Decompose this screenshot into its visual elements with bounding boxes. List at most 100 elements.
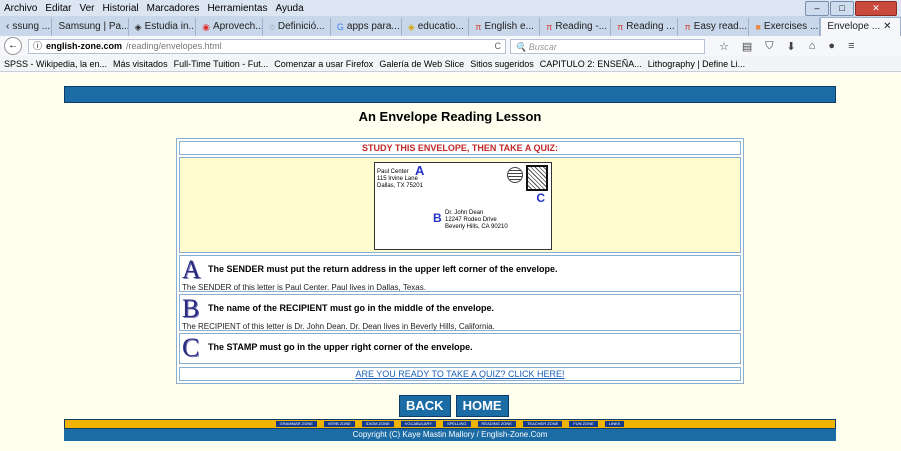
study-heading: STUDY THIS ENVELOPE, THEN TAKE A QUIZ: [179,141,741,155]
google-icon: G [336,22,344,32]
search-placeholder: Buscar [528,41,557,52]
zone-link[interactable]: IDIOM ZONE [361,421,394,427]
return-line: Dallas, TX 75201 [377,183,423,189]
tab-label: ssung ... [12,21,51,32]
lesson-row-b: B The name of the RECIPIENT must go in t… [179,294,741,331]
initial-letter: A [182,255,201,284]
copyright: Copyright (C) Kaye Mastin Mallory / Engl… [64,429,836,441]
bookmark-item[interactable]: Sitios sugeridos [470,59,534,69]
tab-label: apps para... [346,21,400,32]
tab-label: educatio... [417,21,464,32]
search-input[interactable]: 🔍 Buscar [510,38,705,54]
browser-back-icon[interactable]: ← [4,37,22,55]
tab-item[interactable]: ◉ Aprovech... [196,18,264,36]
zone-link[interactable]: READING ZONE [477,421,516,427]
postmark-icon [507,167,523,183]
chat-icon[interactable]: ● [828,40,835,53]
menu-icon[interactable]: ≡ [848,40,854,53]
page-content: An Envelope Reading Lesson STUDY THIS EN… [0,73,901,451]
menu-ayuda[interactable]: Ayuda [271,3,307,14]
bookmark-item[interactable]: Más visitados [113,59,168,69]
minimize-button[interactable]: – [805,1,829,16]
tab-bar: ‹ ssung ... Samsung | Pa... ◈ Estudia in..… [0,16,901,36]
site-icon: ◉ [202,22,210,32]
tab-item[interactable]: Gapps para... [331,18,402,36]
menu-archivo[interactable]: Archivo [0,3,41,14]
label-b: B [433,211,442,225]
zone-link[interactable]: TEACHER ZONE [522,421,563,427]
recipient-line: Beverly Hills, CA 90210 [445,224,508,230]
maximize-button[interactable]: □ [830,1,854,16]
row-heading: The SENDER must put the return address i… [208,264,558,274]
tab-item[interactable]: ‹ ssung ... [0,18,53,36]
quiz-link[interactable]: ARE YOU READY TO TAKE A QUIZ? CLICK HERE… [355,369,564,379]
reading-list-icon[interactable]: ▤ [742,40,752,53]
home-button[interactable]: HOME [455,395,509,417]
window-controls: – □ ✕ [805,1,897,16]
zone-link[interactable]: SPELLING [442,421,471,427]
close-tab-icon[interactable]: ✕ [883,18,891,36]
menu-ver[interactable]: Ver [75,3,98,14]
label-a: A [415,163,425,178]
tab-item[interactable]: Samsung | Pa... [52,18,129,36]
zone-link[interactable]: GRAMMAR ZONE [275,421,317,427]
bookmark-item[interactable]: Galería de Web Slice [379,59,464,69]
bookmark-item[interactable]: CAPITULO 2: ENSEÑA... [540,59,642,69]
row-heading: The name of the RECIPIENT must go in the… [208,303,495,313]
menu-herramientas[interactable]: Herramientas [203,3,271,14]
tab-label: English e... [484,21,534,32]
site-icon: π [684,22,691,32]
tab-item[interactable]: π Easy read... [678,18,750,36]
tab-item[interactable]: ◌ Definició... [263,18,331,36]
zone-link[interactable]: FUN ZONE [569,421,598,427]
tab-label: Exercises ... [763,21,819,32]
row-subtext: The RECIPIENT of this letter is Dr. John… [182,322,495,331]
close-window-button[interactable]: ✕ [855,1,897,16]
bookmark-item[interactable]: SPSS - Wikipedia, la en... [4,59,107,69]
menu-marcadores[interactable]: Marcadores [143,3,204,14]
tab-item[interactable]: π Reading ... [611,18,679,36]
tab-item[interactable]: π English e... [469,18,541,36]
initial-letter: B [182,294,200,323]
site-icon: ◌ [269,22,275,32]
menu-historial[interactable]: Historial [99,3,143,14]
bookmark-item[interactable]: Comenzar a usar Firefox [274,59,373,69]
tab-label: Reading ... [626,21,675,32]
back-button[interactable]: BACK [399,395,451,417]
bookmark-item[interactable]: Full-Time Tuition - Fut... [174,59,269,69]
scroll-left-icon[interactable]: ‹ [6,18,9,36]
recipient-line: Dr. John Dean [445,210,484,216]
tab-item[interactable]: π Reading -... [540,18,612,36]
url-domain: english-zone.com [46,40,123,51]
info-icon[interactable]: ⓘ [33,39,42,54]
row-subtext: The SENDER of this letter is Paul Center… [182,283,426,292]
tab-item[interactable]: ◈ Estudia in... [129,18,197,36]
pocket-icon[interactable]: ⛉ [765,40,773,53]
site-icon: π [546,22,553,32]
zone-link[interactable]: VERB ZONE [323,421,355,427]
menu-bar: Archivo Editar Ver Historial Marcadores … [0,0,901,16]
bookmark-item[interactable]: Lithography | Define Li... [648,59,745,69]
toolbar-icons: ☆ ▤ ⛉ ⬇ ⌂ ● ≡ [719,40,854,53]
reload-icon[interactable]: C [495,39,506,54]
url-path: /reading/envelopes.html [126,40,222,51]
zone-link[interactable]: VOCABULARY [400,421,436,427]
page-title: An Envelope Reading Lesson [358,109,542,124]
tab-item[interactable]: ◈ educatio... [402,18,470,36]
home-icon[interactable]: ⌂ [809,40,816,53]
tab-label: Easy read... [693,21,748,32]
site-icon: π [475,22,482,32]
quiz-row: ARE YOU READY TO TAKE A QUIZ? CLICK HERE… [179,367,741,381]
tab-label: Samsung | Pa... [58,21,129,32]
bookmark-star-icon[interactable]: ☆ [719,40,729,53]
download-icon[interactable]: ⬇ [787,40,796,53]
tab-item-active[interactable]: Envelope ... ✕ [820,17,901,36]
menu-editar[interactable]: Editar [41,3,75,14]
url-bar[interactable]: ⓘ english-zone.com/reading/envelopes.htm… [28,38,506,54]
tab-label: Aprovech... [212,21,264,32]
tab-item[interactable]: ■ Exercises ... [749,18,821,36]
navigation-bar: ← ⓘ english-zone.com/reading/envelopes.h… [0,36,901,57]
tab-label: Envelope ... [827,21,881,32]
zone-link[interactable]: LINKS [604,421,625,427]
zone-links: GRAMMAR ZONE VERB ZONE IDIOM ZONE VOCABU… [64,419,836,429]
